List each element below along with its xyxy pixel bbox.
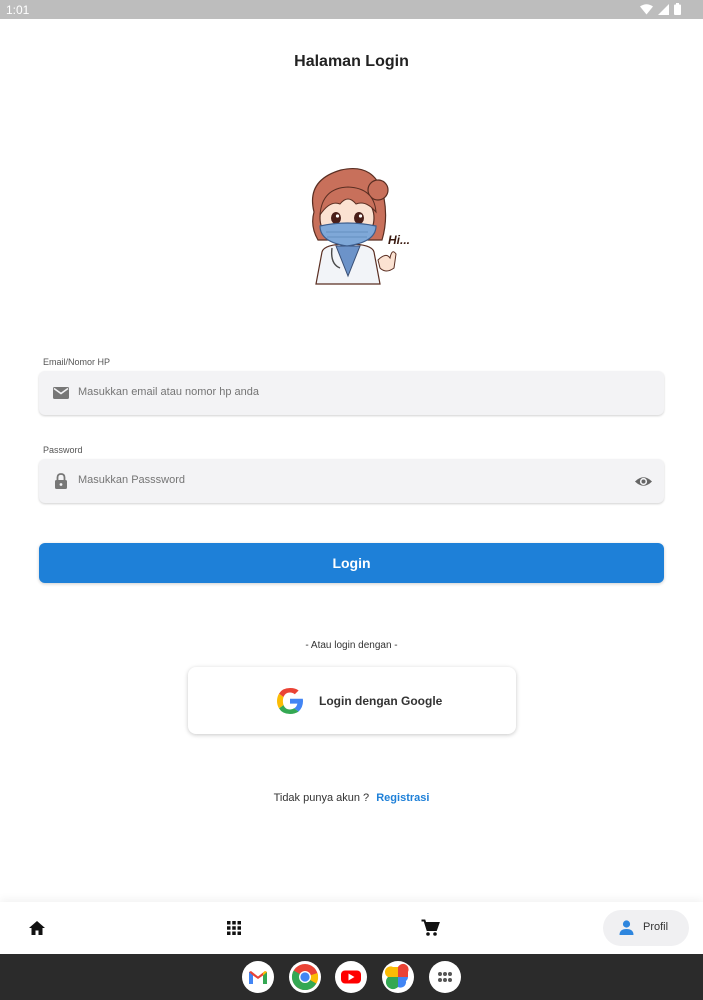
grid-icon[interactable] [224, 918, 244, 938]
visibility-toggle-icon[interactable] [634, 472, 653, 491]
email-input[interactable] [78, 386, 618, 398]
password-label: Password [43, 445, 83, 455]
password-field[interactable] [39, 459, 664, 503]
home-icon[interactable] [27, 918, 47, 938]
battery-icon [674, 3, 681, 15]
person-icon [619, 920, 634, 935]
google-login-button[interactable]: Login dengan Google [188, 667, 516, 734]
google-logo-icon [277, 687, 303, 714]
password-input[interactable] [78, 474, 618, 486]
mail-icon [53, 387, 69, 399]
cart-icon[interactable] [420, 918, 440, 938]
photos-icon[interactable] [382, 961, 414, 993]
bottom-navigation: Profil [0, 902, 703, 954]
profile-nav-label: Profil [643, 921, 669, 933]
email-field[interactable] [39, 371, 664, 415]
register-prompt: Tidak punya akun ? [273, 792, 370, 804]
gmail-icon[interactable] [242, 961, 274, 993]
signal-icon [658, 3, 669, 15]
wifi-icon [640, 3, 653, 14]
lock-icon [55, 473, 67, 489]
page-title: Halaman Login [294, 53, 409, 70]
greeting-text: Hi... [388, 233, 410, 247]
profile-nav-item[interactable]: Profil [603, 910, 689, 946]
alternative-login-text: - Atau login dengan - [305, 640, 398, 651]
email-label: Email/Nomor HP [43, 357, 111, 367]
register-link[interactable]: Registrasi [376, 792, 429, 804]
status-time: 1:01 [6, 3, 30, 17]
system-dock [0, 954, 703, 1000]
youtube-icon[interactable] [335, 961, 367, 993]
chrome-icon[interactable] [289, 961, 321, 993]
status-bar: 1:01 [0, 0, 703, 19]
register-row: Tidak punya akun ? Registrasi [0, 792, 703, 804]
status-icons [640, 3, 681, 15]
app-drawer-icon[interactable] [429, 961, 461, 993]
doctor-illustration: Hi... [312, 168, 410, 285]
login-button[interactable]: Login [39, 543, 664, 583]
google-login-label: Login dengan Google [319, 694, 443, 708]
